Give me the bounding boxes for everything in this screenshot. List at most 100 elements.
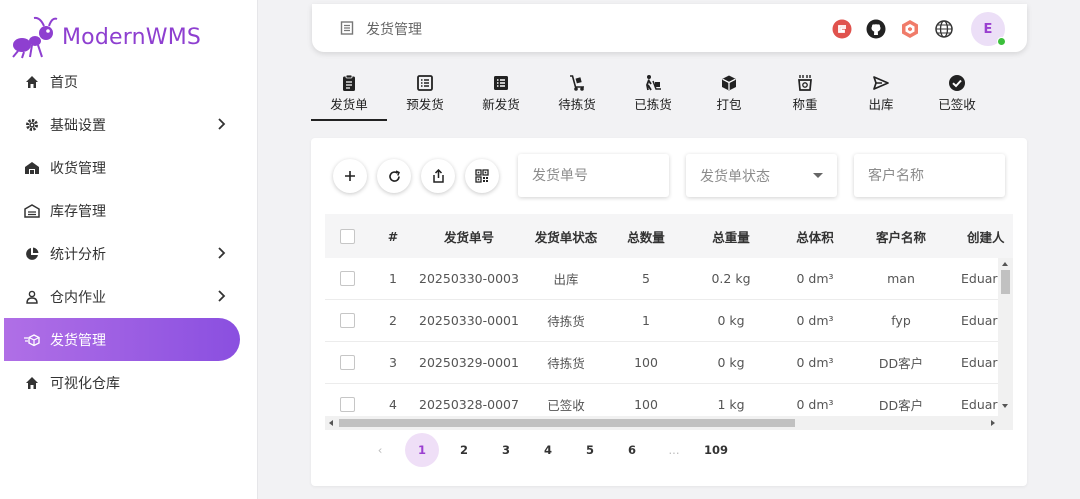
cell-total-qty: 1 [642, 313, 650, 328]
scroll-up-arrow[interactable] [1002, 262, 1008, 266]
tab-pack[interactable]: 打包 [691, 68, 767, 121]
add-button[interactable] [333, 159, 367, 193]
tab-label: 出库 [868, 97, 894, 112]
package-icon [722, 75, 736, 91]
online-status-dot [997, 37, 1006, 46]
column-header-total-qty[interactable]: 总数量 [613, 214, 679, 258]
page-button-3[interactable]: 3 [489, 433, 523, 467]
dispatch-no-field[interactable] [518, 154, 669, 197]
cell-total-volume: 0 dm³ [796, 313, 834, 328]
page-button-5[interactable]: 5 [573, 433, 607, 467]
row-checkbox[interactable] [339, 313, 355, 328]
horizontal-scrollbar-thumb[interactable] [339, 419, 795, 427]
hexagon-logo-icon[interactable] [899, 18, 921, 40]
shipping-icon [24, 332, 40, 348]
pagination: ‹ 1 2 3 4 5 6 ... 109 [363, 433, 741, 467]
sidebar-nav: 首页 基础设置 收货管理 库存管理 统计分析 仓内作业 发货管理 可视化仓库 [4, 60, 240, 404]
tab-label: 已签收 [938, 97, 976, 112]
avatar-letter: E [983, 21, 993, 37]
select-all-checkbox[interactable] [339, 228, 355, 244]
dispatch-no-input[interactable] [532, 167, 669, 184]
tab-picked[interactable]: 已拣货 [615, 68, 691, 121]
sidebar-item-receiving[interactable]: 收货管理 [4, 146, 240, 189]
horizontal-scrollbar[interactable] [325, 416, 1013, 430]
cell-total-weight: 0.2 kg [711, 271, 751, 286]
customer-field[interactable] [854, 154, 1005, 197]
tab-to-pick[interactable]: 待拣货 [539, 68, 615, 121]
sidebar-item-label: 统计分析 [50, 246, 106, 263]
chevron-right-icon [218, 290, 226, 302]
page-button-6[interactable]: 6 [615, 433, 649, 467]
row-checkbox-cell [333, 258, 361, 299]
column-header-customer[interactable]: 客户名称 [859, 214, 943, 258]
status-select[interactable]: 发货单状态 [686, 154, 837, 197]
vertical-scrollbar-thumb[interactable] [1001, 270, 1010, 294]
scroll-down-arrow[interactable] [1002, 404, 1008, 408]
row-checkbox-cell [333, 342, 361, 383]
column-header-creator[interactable]: 创建人 [955, 214, 1013, 258]
page-button-4[interactable]: 4 [531, 433, 565, 467]
tab-new-dispatch[interactable]: 新发货 [463, 68, 539, 121]
page-button-last[interactable]: 109 [699, 433, 733, 467]
cell-customer: fyp [891, 313, 911, 328]
row-checkbox[interactable] [339, 355, 355, 370]
home-icon [24, 74, 40, 90]
globe-icon[interactable] [933, 18, 955, 40]
warehouse-icon [24, 203, 40, 219]
page-button-1[interactable]: 1 [405, 433, 439, 467]
cell-total-qty: 5 [642, 271, 650, 286]
column-header-total-weight[interactable]: 总重量 [689, 214, 773, 258]
cell-status: 待拣货 [547, 314, 585, 329]
row-checkbox[interactable] [339, 271, 355, 286]
scroll-right-arrow[interactable] [991, 419, 995, 426]
github-icon[interactable] [865, 18, 887, 40]
chevron-right-icon [218, 118, 226, 130]
row-checkbox[interactable] [339, 397, 355, 412]
brand[interactable]: ModernWMS [10, 14, 201, 60]
ant-logo-icon [12, 16, 58, 59]
refresh-icon [388, 169, 400, 182]
top-bar: 发货管理 E [312, 4, 1027, 52]
tab-outbound[interactable]: 出库 [843, 68, 919, 121]
export-button[interactable] [421, 159, 455, 193]
gitee-icon[interactable] [831, 18, 853, 40]
tab-dispatch-orders[interactable]: 发货单 [311, 68, 387, 121]
tab-weigh[interactable]: 称重 [767, 68, 843, 121]
cell-dispatch-no: 20250330-0001 [419, 313, 519, 328]
qrcode-button[interactable] [465, 159, 499, 193]
sidebar-item-basic-settings[interactable]: 基础设置 [4, 103, 240, 146]
sidebar-item-statistics[interactable]: 统计分析 [4, 232, 240, 275]
sidebar-item-shipping[interactable]: 发货管理 [4, 318, 240, 361]
customer-name-input[interactable] [868, 167, 1005, 184]
avatar[interactable]: E [971, 12, 1006, 46]
table-row[interactable]: 3 20250329-0001 待拣货 100 0 kg 0 dm³ DD客户 … [325, 342, 1013, 384]
list-icon [417, 75, 433, 91]
prev-page-button[interactable]: ‹ [363, 433, 397, 467]
column-header-index[interactable]: # [375, 214, 411, 258]
vertical-scrollbar[interactable] [998, 258, 1013, 430]
worker-icon [24, 289, 40, 305]
page-button-2[interactable]: 2 [447, 433, 481, 467]
sidebar-item-inventory[interactable]: 库存管理 [4, 189, 240, 232]
column-header-total-volume[interactable]: 总体积 [781, 214, 849, 258]
page-ellipsis: ... [668, 443, 680, 457]
refresh-button[interactable] [377, 159, 411, 193]
sidebar-item-visual-warehouse[interactable]: 可视化仓库 [4, 361, 240, 404]
cell-index: 3 [389, 355, 397, 370]
sidebar-item-warehouse-operations[interactable]: 仓内作业 [4, 275, 240, 318]
page-title: 发货管理 [366, 22, 422, 38]
column-header-dispatch-no[interactable]: 发货单号 [419, 214, 519, 258]
cell-total-volume: 0 dm³ [796, 271, 834, 286]
tab-signed[interactable]: 已签收 [919, 68, 995, 121]
gear-icon [24, 117, 40, 133]
tab-pre-dispatch[interactable]: 预发货 [387, 68, 463, 121]
sidebar-item-home[interactable]: 首页 [4, 60, 240, 103]
table-header: # 发货单号 发货单状态 总数量 总重量 总体积 客户名称 创建人 [325, 214, 1013, 258]
column-header-status[interactable]: 发货单状态 [521, 214, 611, 258]
table-row[interactable]: 1 20250330-0003 出库 5 0.2 kg 0 dm³ man Ed… [325, 258, 1013, 300]
check-circle-icon [949, 75, 965, 91]
cell-status: 出库 [553, 272, 579, 287]
table-row[interactable]: 2 20250330-0001 待拣货 1 0 kg 0 dm³ fyp Edu… [325, 300, 1013, 342]
scroll-left-arrow[interactable] [329, 419, 333, 426]
cell-total-weight: 0 kg [717, 355, 745, 370]
